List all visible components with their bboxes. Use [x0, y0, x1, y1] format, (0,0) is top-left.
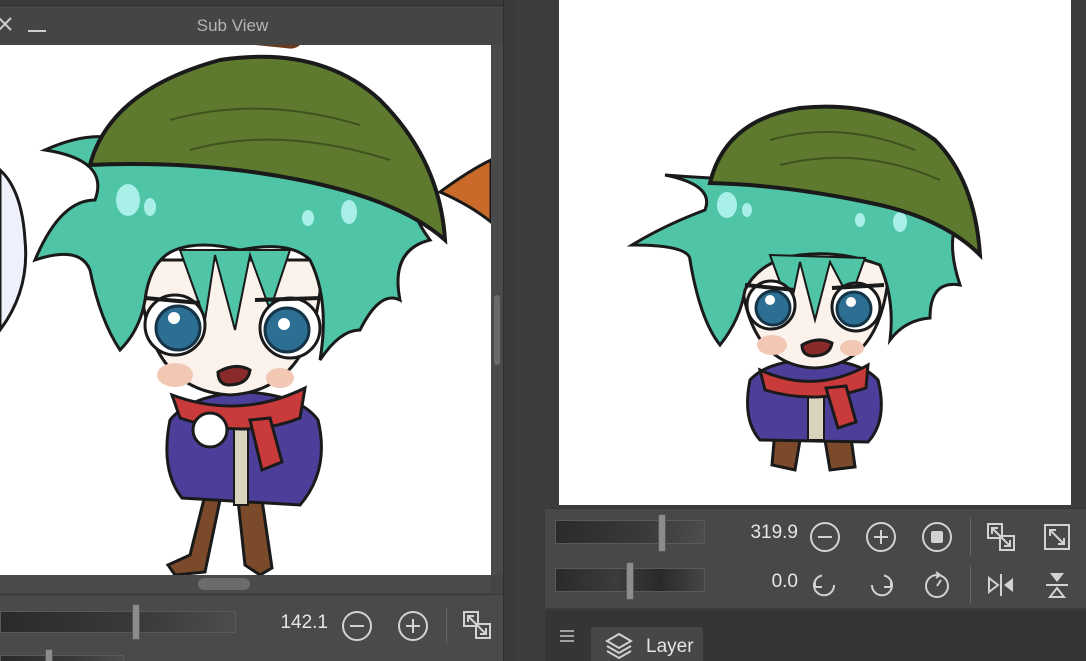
toolbar-separator: [970, 566, 971, 604]
reset-rotation-icon[interactable]: [922, 570, 952, 600]
sub-view-zoom-value: 142.1: [280, 612, 328, 633]
character-illustration-small: [626, 104, 983, 472]
toolbar-separator: [970, 518, 971, 556]
navigator-canvas[interactable]: [559, 0, 1071, 505]
navigator-zoom-value: 319.9: [750, 522, 798, 543]
zoom-in-icon[interactable]: [398, 611, 428, 641]
horizontal-scroll-thumb[interactable]: [198, 578, 250, 590]
zoom-out-icon[interactable]: [342, 611, 372, 641]
flip-horizontal-icon[interactable]: [986, 570, 1016, 600]
vertical-scroll-thumb[interactable]: [494, 295, 500, 365]
layers-icon: [605, 632, 633, 660]
navigator-rotation-knob[interactable]: [626, 562, 634, 600]
fit-window-icon[interactable]: [986, 522, 1016, 552]
sub-view-title: Sub View: [196, 16, 269, 35]
stop-icon[interactable]: [922, 522, 952, 552]
zoom-in-icon[interactable]: [866, 522, 896, 552]
navigator-zoom-knob[interactable]: [658, 514, 666, 552]
layer-tab-label: Layer: [646, 636, 694, 657]
zoom-slider-knob[interactable]: [132, 604, 140, 640]
sub-view-rotation-slider[interactable]: [0, 655, 124, 661]
sub-view-zoom-slider[interactable]: [0, 611, 236, 633]
app-window: Sub View 142.1 319.9 0.0 Layer: [0, 0, 1086, 661]
character-illustration-large: [0, 45, 491, 575]
rotate-left-icon[interactable]: [810, 570, 840, 600]
sub-view-canvas[interactable]: [0, 45, 491, 575]
panel-divider[interactable]: [503, 0, 515, 661]
navigator-rotation-value: 0.0: [771, 571, 798, 592]
zoom-out-icon[interactable]: [810, 522, 840, 552]
fit-window-icon[interactable]: [462, 610, 492, 640]
menu-icon[interactable]: [560, 630, 574, 642]
navigator-zoom-slider[interactable]: [555, 520, 705, 544]
rotation-slider-knob[interactable]: [45, 649, 53, 661]
actual-size-icon[interactable]: [1042, 522, 1072, 552]
sub-view-controls: 142.1: [0, 594, 503, 661]
flip-vertical-icon[interactable]: [1042, 570, 1072, 600]
rotate-right-icon[interactable]: [866, 570, 896, 600]
toolbar-separator: [446, 607, 447, 643]
